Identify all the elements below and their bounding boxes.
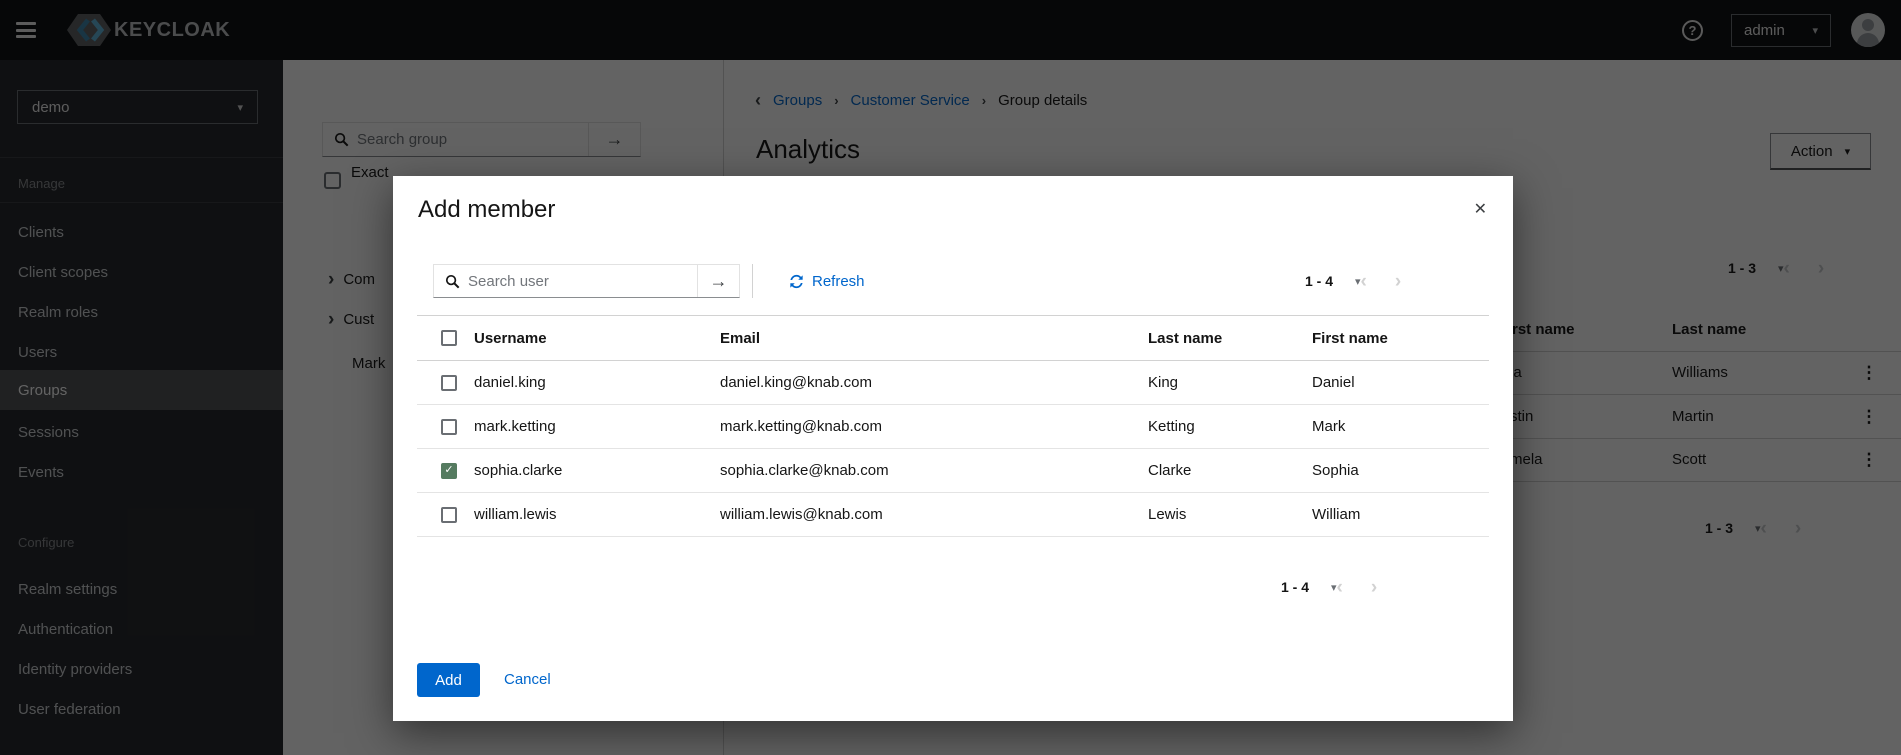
cell-username: daniel.king: [474, 374, 720, 391]
cell-first-name: Mark: [1312, 418, 1489, 435]
pagination-range: 1 - 4: [1281, 579, 1309, 595]
cell-last-name: Clarke: [1148, 462, 1312, 479]
table-row: ✓ william.lewis william.lewis@knab.com L…: [417, 493, 1489, 537]
previous-page-icon[interactable]: ‹: [1337, 578, 1343, 597]
previous-page-icon[interactable]: ‹: [1361, 272, 1367, 291]
cell-email: william.lewis@knab.com: [720, 506, 1148, 523]
next-page-icon[interactable]: ›: [1371, 578, 1377, 597]
user-search-input[interactable]: [460, 265, 697, 297]
table-row: ✓ mark.ketting mark.ketting@knab.com Ket…: [417, 405, 1489, 449]
row-checkbox[interactable]: ✓: [441, 507, 457, 523]
cell-last-name: Ketting: [1148, 418, 1312, 435]
col-last-name: Last name: [1148, 330, 1312, 347]
row-checkbox[interactable]: ✓: [441, 375, 457, 391]
col-email: Email: [720, 330, 1148, 347]
user-search-input-group: →: [433, 264, 740, 298]
cell-first-name: Daniel: [1312, 374, 1489, 391]
cell-first-name: William: [1312, 506, 1489, 523]
col-first-name: First name: [1312, 330, 1489, 347]
pagination-range: 1 - 4: [1305, 273, 1333, 289]
col-username: Username: [474, 330, 720, 347]
row-checkbox[interactable]: ✓: [441, 419, 457, 435]
search-icon: [434, 265, 460, 297]
users-table: Username Email Last name First name ✓ da…: [417, 315, 1489, 537]
cell-username: mark.ketting: [474, 418, 720, 435]
cell-username: sophia.clarke: [474, 462, 720, 479]
select-all-checkbox[interactable]: [441, 330, 457, 346]
refresh-button[interactable]: Refresh: [789, 264, 865, 298]
table-row: ✓ sophia.clarke sophia.clarke@knab.com C…: [417, 449, 1489, 493]
next-page-icon[interactable]: ›: [1395, 272, 1401, 291]
modal-pagination-bottom: 1 - 4 ▾ ‹ ›: [1281, 570, 1377, 604]
users-table-header-row: Username Email Last name First name: [417, 315, 1489, 361]
cancel-button[interactable]: Cancel: [504, 671, 551, 688]
table-row: ✓ daniel.king daniel.king@knab.com King …: [417, 361, 1489, 405]
cell-email: daniel.king@knab.com: [720, 374, 1148, 391]
cell-first-name: Sophia: [1312, 462, 1489, 479]
modal-title: Add member: [418, 196, 555, 224]
refresh-icon: [789, 274, 804, 289]
cell-last-name: King: [1148, 374, 1312, 391]
row-checkbox-checked[interactable]: ✓: [441, 463, 457, 479]
cell-username: william.lewis: [474, 506, 720, 523]
add-button[interactable]: Add: [417, 663, 480, 697]
cell-email: mark.ketting@knab.com: [720, 418, 1148, 435]
close-icon[interactable]: ✕: [1474, 202, 1487, 218]
keycloak-admin-console: KEYCLOAK ? admin ▾ demo ▾ Manage Clients…: [0, 0, 1901, 755]
toolbar-divider: [752, 264, 753, 298]
user-search-submit-button[interactable]: →: [697, 265, 739, 297]
cell-last-name: Lewis: [1148, 506, 1312, 523]
add-member-modal: Add member ✕ → Refresh 1 - 4 ▾ ‹ › Usern…: [393, 176, 1513, 721]
modal-pagination-top: 1 - 4 ▾ ‹ ›: [1305, 264, 1401, 298]
cell-email: sophia.clarke@knab.com: [720, 462, 1148, 479]
